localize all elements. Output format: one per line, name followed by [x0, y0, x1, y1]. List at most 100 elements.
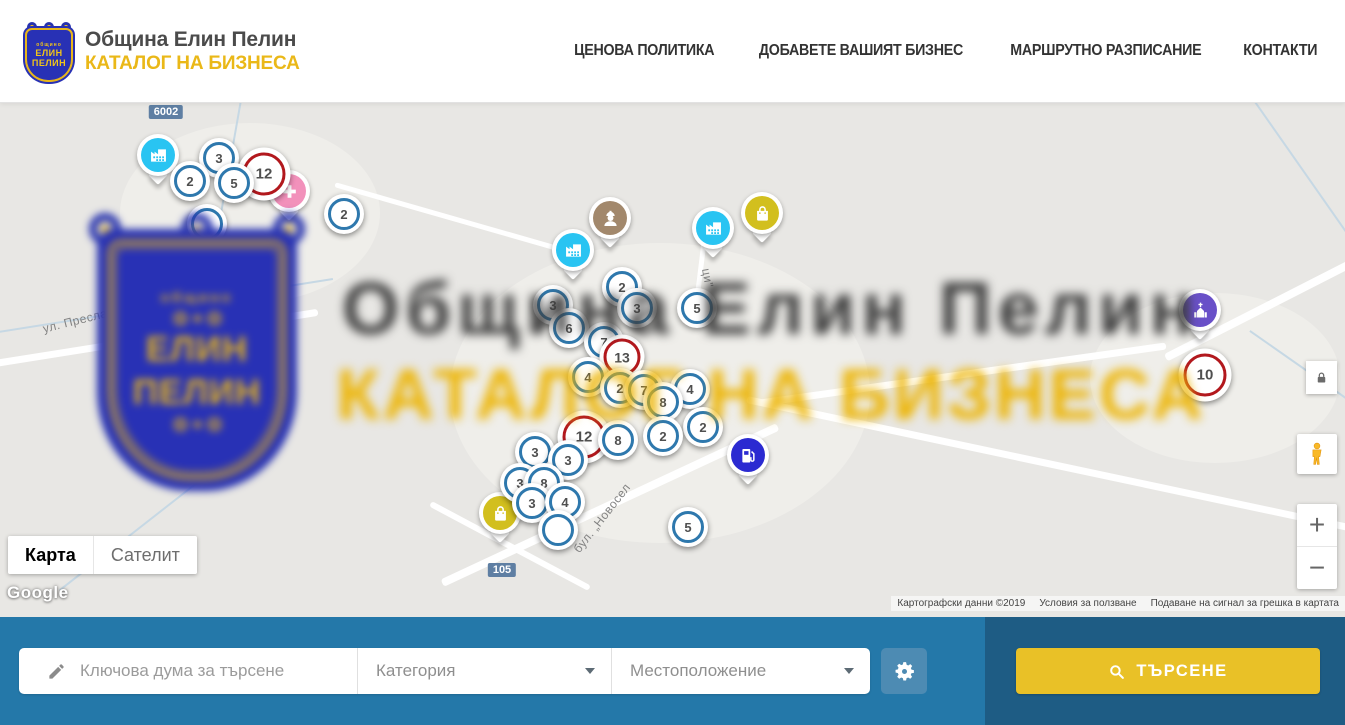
watermark-emblem-line2: ПЕЛИН	[133, 375, 262, 411]
map-road	[0, 309, 318, 368]
site-header: общино ЕЛИН ПЕЛИН Община Елин Пелин КАТА…	[0, 0, 1345, 103]
main-nav: ЦЕНОВА ПОЛИТИКА ДОБАВЕТЕ ВАШИЯТ БИЗНЕС МАР…	[568, 42, 1320, 60]
cluster-count: 2	[328, 198, 360, 230]
cluster-count	[542, 514, 574, 546]
fuel-pin[interactable]	[727, 434, 769, 476]
emblem-ornament	[174, 312, 221, 325]
cluster-marker[interactable]	[187, 204, 227, 244]
cluster-marker[interactable]: 5	[214, 163, 254, 203]
nav-item[interactable]: ЦЕНОВА ПОЛИТИКА	[574, 42, 714, 60]
search-submit-button[interactable]: ТЪРСЕНЕ	[1016, 648, 1320, 694]
page: общино ЕЛИН ПЕЛИН Община Елин Пелин КАТА…	[0, 0, 1345, 725]
location-select-label: Местоположение	[630, 661, 766, 681]
nav-item[interactable]: ДОБАВЕТЕ ВАШИЯТ БИЗНЕС	[759, 42, 963, 60]
report-error-link[interactable]: Подаване на сигнал за грешка в картата	[1151, 598, 1339, 609]
cluster-marker[interactable]: 2	[170, 161, 210, 201]
cluster-count: 10	[1184, 354, 1227, 397]
nav-item[interactable]: МАРШРУТНО РАЗПИСАНИЕ	[1010, 42, 1201, 60]
cluster-count: 8	[647, 386, 679, 418]
search-icon	[1108, 663, 1125, 680]
emblem-shield: общино ЕЛИН ПЕЛИН	[25, 28, 73, 82]
map-canvas[interactable]: 6002105 ул. Преславбул. „Новоселци" 3212…	[0, 103, 1345, 617]
bag-icon	[745, 196, 779, 230]
emblem-line1: ЕЛИН	[35, 48, 62, 58]
emblem-ornament	[174, 418, 221, 431]
lock-button[interactable]	[1306, 361, 1337, 394]
emblem-line2: ПЕЛИН	[32, 58, 66, 68]
pegman-icon	[1304, 441, 1330, 467]
advanced-search-button[interactable]	[881, 648, 927, 694]
cluster-marker[interactable]: 2	[324, 194, 364, 234]
zoom-out-button[interactable]: −	[1297, 547, 1337, 589]
street-view-pegman-button[interactable]	[1297, 434, 1337, 474]
cluster-count: 5	[672, 511, 704, 543]
category-select[interactable]: Категория	[358, 648, 612, 694]
map-stream	[1237, 103, 1345, 241]
pin-bubble	[552, 229, 594, 271]
gear-icon	[892, 659, 917, 684]
worker-pin[interactable]	[589, 197, 631, 239]
attribution-copyright: Картографски данни ©2019	[897, 598, 1025, 609]
chevron-down-icon	[844, 668, 854, 674]
nav-item[interactable]: КОНТАКТИ	[1243, 42, 1317, 60]
cluster-marker[interactable]: 6	[549, 308, 589, 348]
search-fields: Категория Местоположение	[19, 648, 870, 694]
cluster-count: 5	[218, 167, 250, 199]
cluster-marker[interactable]: 5	[677, 288, 717, 328]
factory-icon	[556, 233, 590, 267]
factory-pin[interactable]	[692, 207, 734, 249]
pin-bubble	[727, 434, 769, 476]
location-select[interactable]: Местоположение	[612, 648, 870, 694]
google-logo[interactable]: Google	[7, 583, 69, 603]
site-subtitle: КАТАЛОГ НА БИЗНЕСА	[85, 53, 300, 75]
factory-pin[interactable]	[552, 229, 594, 271]
road-number-shield: 105	[488, 563, 516, 577]
road-number-shield: 6002	[149, 105, 183, 119]
street-label: ул. Преслав	[41, 304, 115, 335]
map-type-satellite-button[interactable]: Сателит	[93, 536, 197, 574]
logo-text: Община Елин Пелин КАТАЛОГ НА БИЗНЕСА	[85, 28, 300, 75]
cluster-marker[interactable]: 5	[668, 507, 708, 547]
cluster-count: 3	[516, 487, 548, 519]
cluster-count: 3	[621, 292, 653, 324]
chevron-down-icon	[585, 668, 595, 674]
factory-icon	[696, 211, 730, 245]
zoom-in-button[interactable]: +	[1297, 504, 1337, 547]
municipality-emblem-icon: общино ЕЛИН ПЕЛИН	[25, 22, 73, 82]
cluster-count: 2	[647, 420, 679, 452]
cluster-count: 6	[553, 312, 585, 344]
worker-icon	[593, 201, 627, 235]
cluster-marker[interactable]: 2	[643, 416, 683, 456]
zoom-control: + −	[1297, 504, 1337, 589]
pin-bubble	[1179, 289, 1221, 331]
pin-bubble	[741, 192, 783, 234]
keyword-search-input[interactable]	[80, 661, 357, 681]
pin-bubble	[589, 197, 631, 239]
site-logo[interactable]: общино ЕЛИН ПЕЛИН Община Елин Пелин КАТА…	[25, 20, 300, 82]
lock-icon	[1314, 369, 1329, 386]
fuel-icon	[731, 438, 765, 472]
category-select-label: Категория	[376, 661, 455, 681]
search-submit-label: ТЪРСЕНЕ	[1136, 662, 1227, 681]
emblem-scroll-icon	[89, 213, 121, 245]
keyword-field[interactable]	[19, 648, 358, 694]
pin-bubble	[692, 207, 734, 249]
cluster-marker[interactable]: 10	[1179, 349, 1232, 402]
cluster-count: 2	[174, 165, 206, 197]
cluster-count: 8	[602, 424, 634, 456]
church-pin[interactable]	[1179, 289, 1221, 331]
cluster-marker[interactable]: 8	[598, 420, 638, 460]
church-icon	[1183, 293, 1217, 327]
cluster-count: 2	[687, 411, 719, 443]
terms-link[interactable]: Условия за ползване	[1039, 598, 1136, 609]
cluster-marker[interactable]: 3	[617, 288, 657, 328]
site-title: Община Елин Пелин	[85, 28, 300, 52]
map-type-control: Карта Сателит	[8, 536, 197, 574]
cluster-count	[191, 208, 223, 240]
map-type-map-button[interactable]: Карта	[8, 536, 93, 574]
cluster-marker[interactable]	[538, 510, 578, 550]
bag-pin[interactable]	[741, 192, 783, 234]
cluster-marker[interactable]: 2	[683, 407, 723, 447]
cluster-count: 5	[681, 292, 713, 324]
pencil-icon	[47, 662, 66, 681]
